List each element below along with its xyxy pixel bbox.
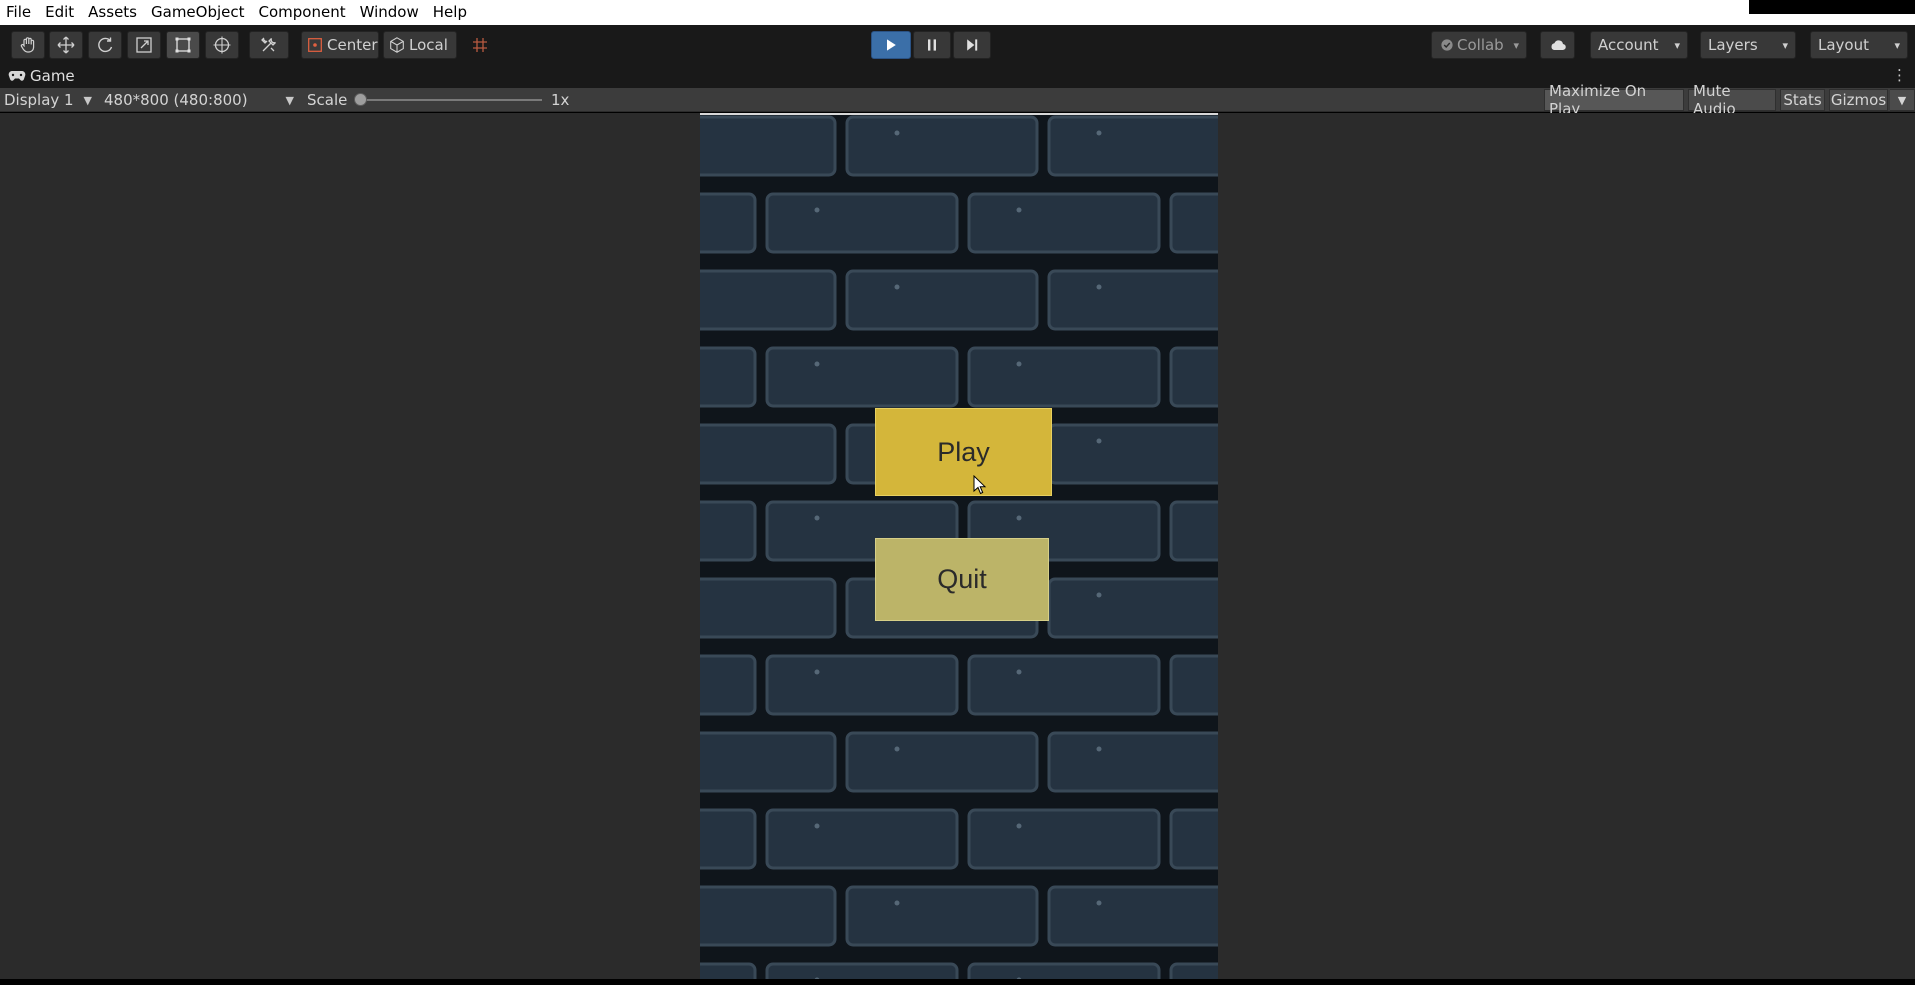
layers-label: Layers [1708, 36, 1758, 54]
menu-bar: File Edit Assets GameObject Component Wi… [0, 0, 1915, 25]
local-space-icon [390, 37, 404, 53]
move-tool-button[interactable] [49, 31, 83, 59]
chevron-down-icon: ▾ [1513, 38, 1519, 52]
resolution-dropdown[interactable]: 480*800 (480:800) ▼ [100, 88, 298, 112]
scale-slider-track[interactable] [362, 99, 542, 101]
game-screen: Play Quit [700, 113, 1218, 979]
game-view-toolbar: Display 1 ▼ 480*800 (480:800) ▼ Scale 1x… [0, 82, 1915, 118]
quit-game-button[interactable]: Quit [875, 538, 1049, 621]
account-dropdown[interactable]: Account ▾ [1590, 31, 1688, 59]
tab-game-label: Game [30, 67, 75, 85]
menu-edit[interactable]: Edit [38, 0, 81, 25]
step-icon [967, 39, 978, 51]
chevron-down-icon: ▾ [1782, 38, 1788, 52]
gizmos-dropdown[interactable]: ▼ [1890, 89, 1915, 111]
rotate-tool-button[interactable] [88, 31, 122, 59]
main-toolbar: Center Local Collab ▾ Account ▾ Layers ▾… [0, 25, 1915, 64]
maximize-on-play-toggle[interactable]: Maximize On Play [1544, 82, 1684, 118]
play-game-button[interactable]: Play [875, 408, 1052, 496]
scale-tool-button[interactable] [127, 31, 161, 59]
chevron-down-icon: ▾ [1674, 38, 1680, 52]
custom-tool-button[interactable] [249, 31, 289, 59]
check-circle-icon [1441, 39, 1453, 51]
step-button[interactable] [953, 31, 991, 59]
scale-slider-thumb[interactable] [354, 93, 367, 106]
transform-icon [213, 36, 231, 54]
pivot-label: Center [327, 36, 378, 54]
display-dropdown[interactable]: Display 1 ▼ [0, 88, 96, 112]
scale-icon [136, 37, 152, 53]
status-strip [0, 979, 1915, 985]
pivot-icon [308, 38, 322, 52]
pivot-space-toggle[interactable]: Local [383, 31, 457, 59]
collab-label: Collab [1457, 36, 1504, 54]
scale-value: 1x [551, 91, 570, 109]
play-icon [887, 39, 896, 51]
game-view: Play Quit [0, 113, 1915, 979]
chevron-down-icon: ▼ [83, 93, 92, 107]
menu-gameobject[interactable]: GameObject [144, 0, 252, 25]
chevron-down-icon: ▼ [285, 93, 294, 107]
kebab-menu-icon[interactable]: ⋮ [1892, 67, 1907, 83]
stats-label: Stats [1783, 91, 1822, 109]
account-label: Account [1598, 36, 1659, 54]
tools-icon [261, 37, 276, 52]
menu-assets[interactable]: Assets [81, 0, 144, 25]
layout-dropdown[interactable]: Layout ▾ [1810, 31, 1908, 59]
quit-game-label: Quit [937, 564, 987, 594]
rect-transform-icon [175, 37, 191, 53]
window-title-block [1749, 0, 1915, 14]
space-label: Local [409, 36, 448, 54]
pivot-center-toggle[interactable]: Center [301, 31, 379, 59]
transform-tool-button[interactable] [205, 31, 239, 59]
menu-component[interactable]: Component [252, 0, 353, 25]
move-icon [57, 36, 75, 54]
hand-icon [20, 37, 35, 53]
play-game-label: Play [937, 436, 990, 467]
rect-tool-button[interactable] [166, 31, 200, 59]
hand-tool-button[interactable] [11, 31, 45, 59]
play-button[interactable] [871, 31, 911, 59]
screen-top-border [700, 113, 1218, 115]
cloud-icon [1551, 40, 1566, 51]
cloud-button[interactable] [1540, 31, 1575, 59]
menu-help[interactable]: Help [426, 0, 474, 25]
rotate-icon [98, 37, 113, 53]
mouse-cursor-icon [973, 475, 987, 495]
pause-button[interactable] [913, 31, 951, 59]
stats-toggle[interactable]: Stats [1780, 89, 1825, 111]
layers-dropdown[interactable]: Layers ▾ [1700, 31, 1796, 59]
scale-label: Scale [307, 91, 348, 109]
mute-audio-toggle[interactable]: Mute Audio [1688, 82, 1776, 118]
menu-window[interactable]: Window [353, 0, 426, 25]
collab-dropdown[interactable]: Collab ▾ [1431, 31, 1527, 59]
resolution-label: 480*800 (480:800) [104, 91, 248, 109]
pause-icon [928, 39, 936, 51]
chevron-down-icon: ▼ [1897, 93, 1907, 107]
gizmos-toggle[interactable]: Gizmos [1829, 89, 1888, 111]
tab-game[interactable]: Game [0, 64, 75, 88]
layout-label: Layout [1818, 36, 1869, 54]
display-label: Display 1 [4, 91, 74, 109]
gamepad-icon [8, 71, 26, 81]
gizmos-label: Gizmos [1830, 91, 1887, 109]
grid-snap-icon [473, 38, 487, 52]
menu-file[interactable]: File [0, 0, 38, 25]
grid-snap-button[interactable] [463, 31, 497, 59]
chevron-down-icon: ▾ [1894, 38, 1900, 52]
